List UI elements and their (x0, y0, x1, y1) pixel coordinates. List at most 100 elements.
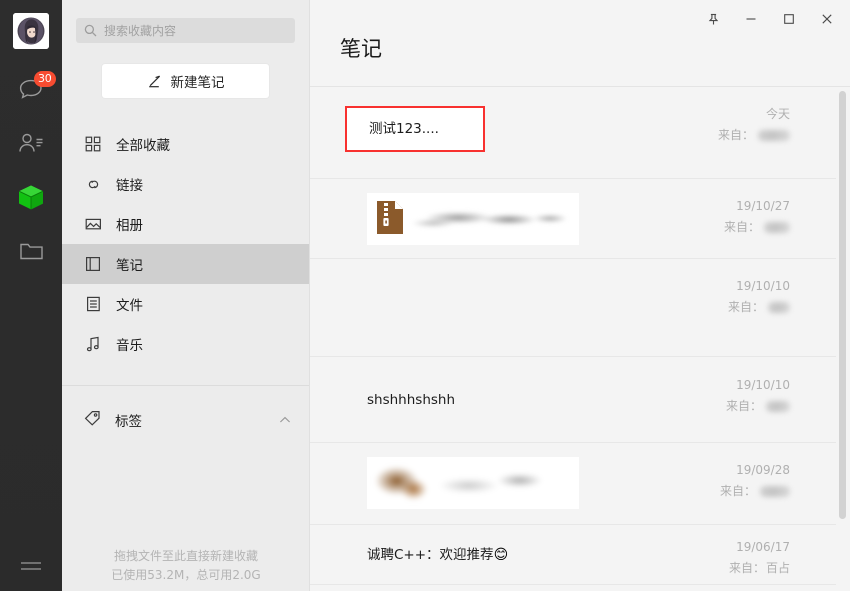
drag-hint: 拖拽文件至此直接新建收藏 (113, 549, 258, 563)
sidebar-item-all[interactable]: 全部收藏 (62, 124, 309, 164)
from-prefix: 来自： (725, 398, 762, 413)
sidebar-item-tags[interactable]: 标签 (62, 400, 309, 440)
row-meta: 19/06/17 来自： 百占 (706, 531, 790, 579)
minimize-button[interactable] (732, 4, 770, 34)
new-note-button[interactable]: 新建笔记 (102, 64, 269, 98)
highlight-annotation: 测试123.... (345, 106, 485, 152)
table-row[interactable]: 19/10/27 来自： (310, 179, 836, 259)
chevron-up-icon[interactable] (279, 412, 291, 428)
note-text: 诚聘C++：欢迎推荐 (367, 546, 494, 563)
sidebar-item-music[interactable]: 音乐 (62, 324, 309, 364)
row-meta: 19/09/28 来自： (706, 443, 790, 502)
sidebar-item-label: 文件 (116, 298, 143, 314)
redacted-source (766, 400, 790, 412)
smile-emoji: 😊 (493, 546, 509, 563)
redacted-source (768, 302, 790, 313)
file-card[interactable] (367, 193, 579, 245)
wechat-favorites-window: 30 搜索收藏内容 新建笔记 全部收藏 链接 相册 笔记 文件 音乐 标签 拖拽… (0, 0, 850, 591)
row-content (367, 443, 706, 523)
rail-item-menu[interactable] (0, 559, 62, 573)
rail-item-favorites[interactable] (0, 171, 62, 223)
from-prefix: 来自： (727, 300, 764, 314)
from-prefix: 来自： (728, 560, 765, 575)
row-meta: 今天 来自： (706, 87, 790, 146)
favorites-sidebar: 新建笔记 全部收藏 (62, 0, 310, 591)
new-note-label: 新建笔记 (170, 75, 225, 91)
close-button[interactable] (808, 4, 846, 34)
maximize-icon (784, 14, 794, 24)
table-row[interactable]: 19/09/28 来自： (310, 443, 836, 525)
pencil-icon (148, 75, 160, 87)
vertical-scrollbar[interactable] (839, 91, 846, 519)
avatar[interactable] (13, 13, 49, 49)
row-meta: 19/10/10 来自： (706, 259, 790, 318)
table-row[interactable]: 测试123.... 今天 来自： (310, 87, 836, 179)
row-content: shshhhshshh (367, 390, 706, 410)
maximize-button[interactable] (770, 4, 808, 34)
chat-unread-badge: 30 (34, 71, 56, 87)
sidebar-item-label: 相册 (116, 218, 143, 234)
storage-usage: 已使用53.2M，总可用2.0G (111, 568, 261, 582)
music-icon (84, 335, 102, 353)
main-content: 笔记 测试123.... 今天 来自： 19/10/27 来自： 19/10/1… (310, 0, 850, 591)
row-date: 19/10/27 (736, 199, 790, 213)
sidebar-item-album[interactable]: 相册 (62, 204, 309, 244)
row-content: 测试123.... (345, 87, 706, 171)
image-icon (84, 215, 102, 233)
sidebar-item-links[interactable]: 链接 (62, 164, 309, 204)
search-input[interactable] (104, 23, 287, 38)
folder-icon (19, 243, 43, 260)
from-prefix: 来自： (719, 484, 756, 498)
rail-item-contacts[interactable] (0, 117, 62, 169)
contacts-icon (19, 133, 43, 152)
redacted-source (760, 486, 790, 497)
row-date: 今天 (765, 107, 790, 121)
sidebar-item-label: 全部收藏 (116, 138, 170, 154)
search-icon (84, 24, 97, 37)
sidebar-item-notes[interactable]: 笔记 (62, 244, 309, 284)
file-icon (84, 295, 102, 313)
redacted-source (764, 222, 790, 233)
search-box[interactable] (76, 18, 295, 43)
grid-icon (84, 135, 102, 153)
sidebar-tags-label: 标签 (115, 414, 142, 430)
pin-icon (708, 13, 718, 25)
row-source: 来自： (706, 297, 790, 318)
favorites-list-wrapper: 测试123.... 今天 来自： 19/10/27 来自： 19/10/10 来… (310, 87, 850, 591)
page-title: 笔记 (340, 37, 382, 61)
tag-icon (84, 410, 101, 430)
table-row[interactable]: 19/10/10 来自： (310, 259, 836, 357)
row-source: 来自： (706, 217, 790, 238)
note-text: shshhhshshh (367, 391, 456, 408)
row-meta: 19/10/27 来自： (706, 179, 790, 238)
row-meta: 19/10/10 来自： (706, 375, 790, 417)
sidebar-item-label: 链接 (116, 178, 143, 194)
favorites-nav-list: 全部收藏 链接 相册 笔记 文件 音乐 (62, 124, 309, 364)
sidebar-footer: 拖拽文件至此直接新建收藏 已使用53.2M，总可用2.0G (62, 547, 310, 585)
window-titlebar (310, 0, 850, 38)
row-content: 诚聘C++：欢迎推荐 😊 (367, 545, 706, 565)
minimize-icon (746, 18, 756, 20)
row-date: 19/09/28 (736, 463, 790, 477)
rail-item-files[interactable] (0, 225, 62, 277)
redacted-image (367, 457, 579, 509)
row-content (367, 179, 706, 259)
row-source: 来自： (706, 396, 790, 417)
table-row[interactable]: 诚聘C++：欢迎推荐 😊 19/06/17 来自： 百占 (310, 525, 836, 585)
table-row[interactable]: shshhhshshh 19/10/10 来自： (310, 357, 836, 443)
hamburger-menu-icon (21, 562, 41, 570)
row-source: 来自： 百占 (706, 558, 790, 579)
row-source-name: 百占 (765, 560, 790, 575)
rail-item-chat[interactable]: 30 (0, 63, 62, 115)
redacted-source (758, 130, 790, 141)
image-card[interactable] (367, 457, 579, 509)
link-icon (84, 175, 102, 193)
favorites-box-icon (18, 185, 44, 210)
sidebar-item-label: 音乐 (116, 338, 143, 354)
sidebar-item-files[interactable]: 文件 (62, 284, 309, 324)
row-date: 19/10/10 (736, 377, 790, 392)
pin-window-button[interactable] (694, 4, 732, 34)
app-rail: 30 (0, 0, 62, 591)
favorites-list: 测试123.... 今天 来自： 19/10/27 来自： 19/10/10 来… (310, 87, 836, 591)
redacted-file-name (411, 206, 569, 232)
